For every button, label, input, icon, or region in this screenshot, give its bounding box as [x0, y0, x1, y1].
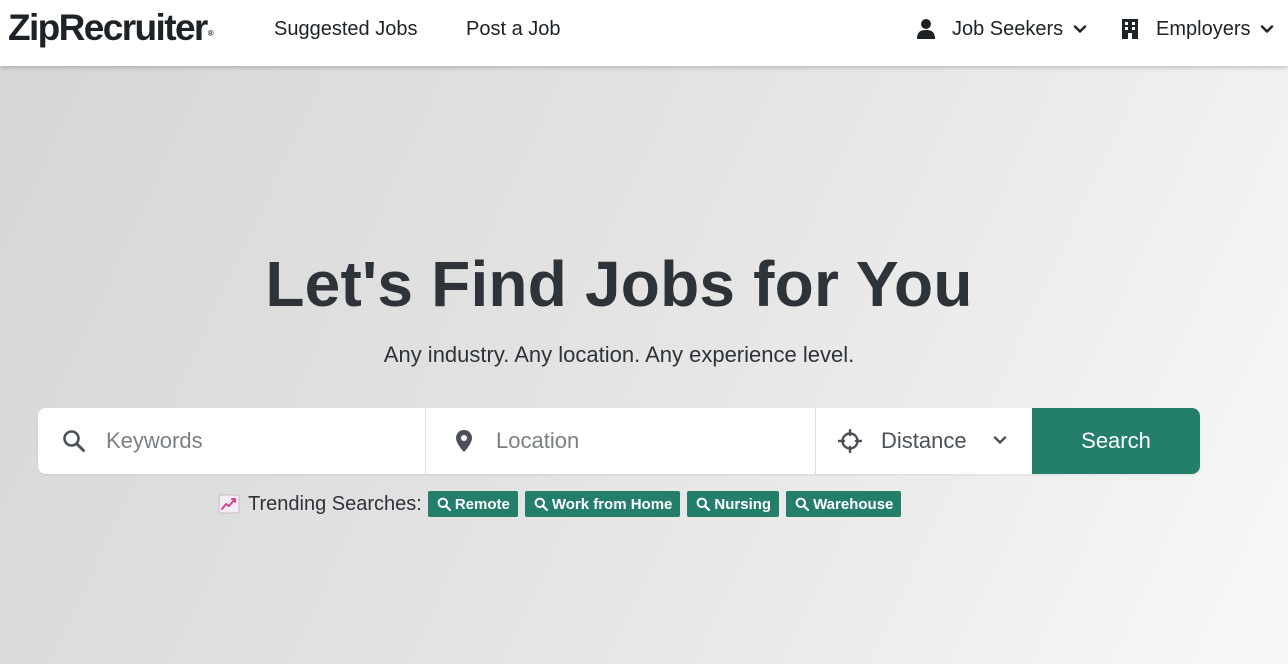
search-icon: [534, 497, 548, 511]
chip-label: Warehouse: [813, 495, 894, 513]
distance-label: Distance: [881, 428, 967, 453]
chip-label: Nursing: [714, 495, 772, 513]
trending-label: Trending Searches:: [248, 492, 422, 515]
search-icon: [437, 497, 451, 511]
chevron-down-icon: [1260, 22, 1274, 36]
trending-chip-nursing[interactable]: Nursing: [687, 491, 780, 517]
location-input[interactable]: [496, 408, 796, 474]
job-seekers-label: Job Seekers: [952, 17, 1064, 40]
trending-chip-work-from-home[interactable]: Work from Home: [524, 491, 681, 517]
search-button[interactable]: Search: [1032, 408, 1200, 474]
employers-menu[interactable]: Employers: [1120, 14, 1274, 44]
trending-chart-icon: [218, 494, 240, 514]
hero-section: Let's Find Jobs for You Any industry. An…: [0, 66, 1288, 664]
employers-label: Employers: [1156, 17, 1251, 40]
map-pin-icon: [452, 429, 476, 453]
chip-label: Work from Home: [551, 495, 673, 513]
chevron-down-icon: [993, 433, 1007, 447]
job-seekers-menu[interactable]: Job Seekers: [916, 14, 1087, 44]
trending-searches: Trending Searches: Remote Work from Home…: [218, 490, 908, 518]
search-icon: [795, 497, 810, 511]
trending-chip-warehouse[interactable]: Warehouse: [786, 491, 902, 517]
nav-post-a-job[interactable]: Post a Job: [466, 17, 561, 41]
job-search-form: Distance Search: [38, 408, 1200, 474]
logo-text[interactable]: ZipRecruiter: [8, 7, 208, 48]
keywords-field[interactable]: [38, 408, 426, 474]
ziprecruiter-logo[interactable]: ZipRecruiter®: [8, 6, 214, 50]
person-icon: [916, 18, 936, 40]
distance-select[interactable]: Distance: [816, 408, 1032, 474]
trending-chip-remote[interactable]: Remote: [427, 491, 518, 517]
registered-mark: ®: [207, 29, 214, 38]
crosshair-icon: [838, 429, 862, 453]
building-icon: [1120, 18, 1140, 40]
keywords-input[interactable]: [106, 408, 406, 474]
chevron-down-icon: [1073, 22, 1087, 36]
nav-suggested-jobs[interactable]: Suggested Jobs: [274, 17, 417, 41]
top-nav-bar: ZipRecruiter® Suggested Jobs Post a Job …: [0, 0, 1288, 66]
chip-label: Remote: [454, 495, 510, 513]
location-field[interactable]: [426, 408, 816, 474]
hero-subtitle: Any industry. Any location. Any experien…: [383, 342, 855, 367]
hero-title: Let's Find Jobs for You: [265, 248, 973, 320]
search-icon: [62, 429, 86, 453]
search-icon: [696, 497, 711, 511]
